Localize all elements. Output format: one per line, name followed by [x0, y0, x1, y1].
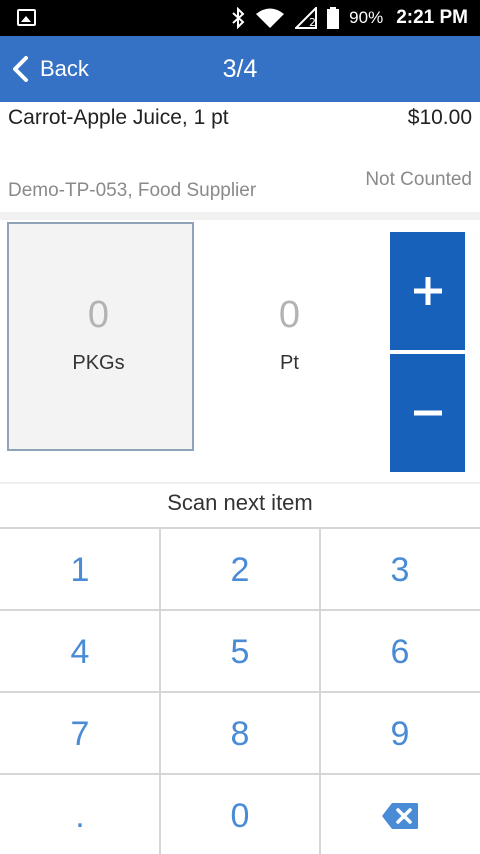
key-1[interactable]: 1 [0, 529, 160, 611]
key-3[interactable]: 3 [320, 529, 480, 611]
status-right: 2 90% 2:21 PM [231, 0, 468, 36]
increment-button[interactable] [390, 232, 465, 350]
status-bar: 2 90% 2:21 PM [0, 0, 480, 36]
plus-icon [413, 277, 442, 305]
signal-icon: 2 [295, 7, 318, 29]
key-2[interactable]: 2 [160, 529, 320, 611]
scan-divider [0, 482, 480, 484]
unit-quantity-field[interactable]: 0 Pt [196, 222, 383, 451]
key-9[interactable]: 9 [320, 693, 480, 775]
unit-label: Pt [280, 352, 299, 374]
status-time: 2:21 PM [396, 7, 468, 28]
decrement-button[interactable] [390, 354, 465, 472]
unit-quantity-value: 0 [278, 294, 301, 336]
gallery-icon [17, 9, 36, 26]
count-status: Not Counted [365, 169, 472, 190]
svg-text:2: 2 [309, 16, 316, 29]
item-price: $10.00 [407, 106, 472, 129]
battery-icon [327, 7, 340, 29]
bluetooth-icon [232, 7, 245, 29]
key-7[interactable]: 7 [0, 693, 160, 775]
minus-icon [413, 410, 442, 416]
battery-percent: 90% [349, 8, 384, 27]
section-divider [0, 212, 480, 220]
package-unit-label: PKGs [72, 352, 125, 374]
supplier-label: Demo-TP-053, Food Supplier [8, 180, 257, 201]
key-8[interactable]: 8 [160, 693, 320, 775]
package-quantity-value: 0 [87, 294, 110, 336]
app-header: Back 3/4 [0, 36, 480, 102]
package-quantity-field[interactable]: 0 PKGs [7, 222, 194, 451]
item-name: Carrot-Apple Juice, 1 pt [8, 106, 229, 129]
backspace-key[interactable] [320, 775, 480, 854]
key-decimal[interactable]: . [0, 775, 160, 854]
key-5[interactable]: 5 [160, 611, 320, 693]
numeric-keypad: 1 2 3 4 5 6 7 8 9 . 0 [0, 527, 480, 854]
backspace-icon [382, 803, 418, 829]
key-0[interactable]: 0 [160, 775, 320, 854]
page-counter: 3/4 [222, 55, 258, 83]
scan-prompt: Scan next item [167, 490, 313, 515]
key-4[interactable]: 4 [0, 611, 160, 693]
key-6[interactable]: 6 [320, 611, 480, 693]
wifi-icon [256, 8, 285, 28]
